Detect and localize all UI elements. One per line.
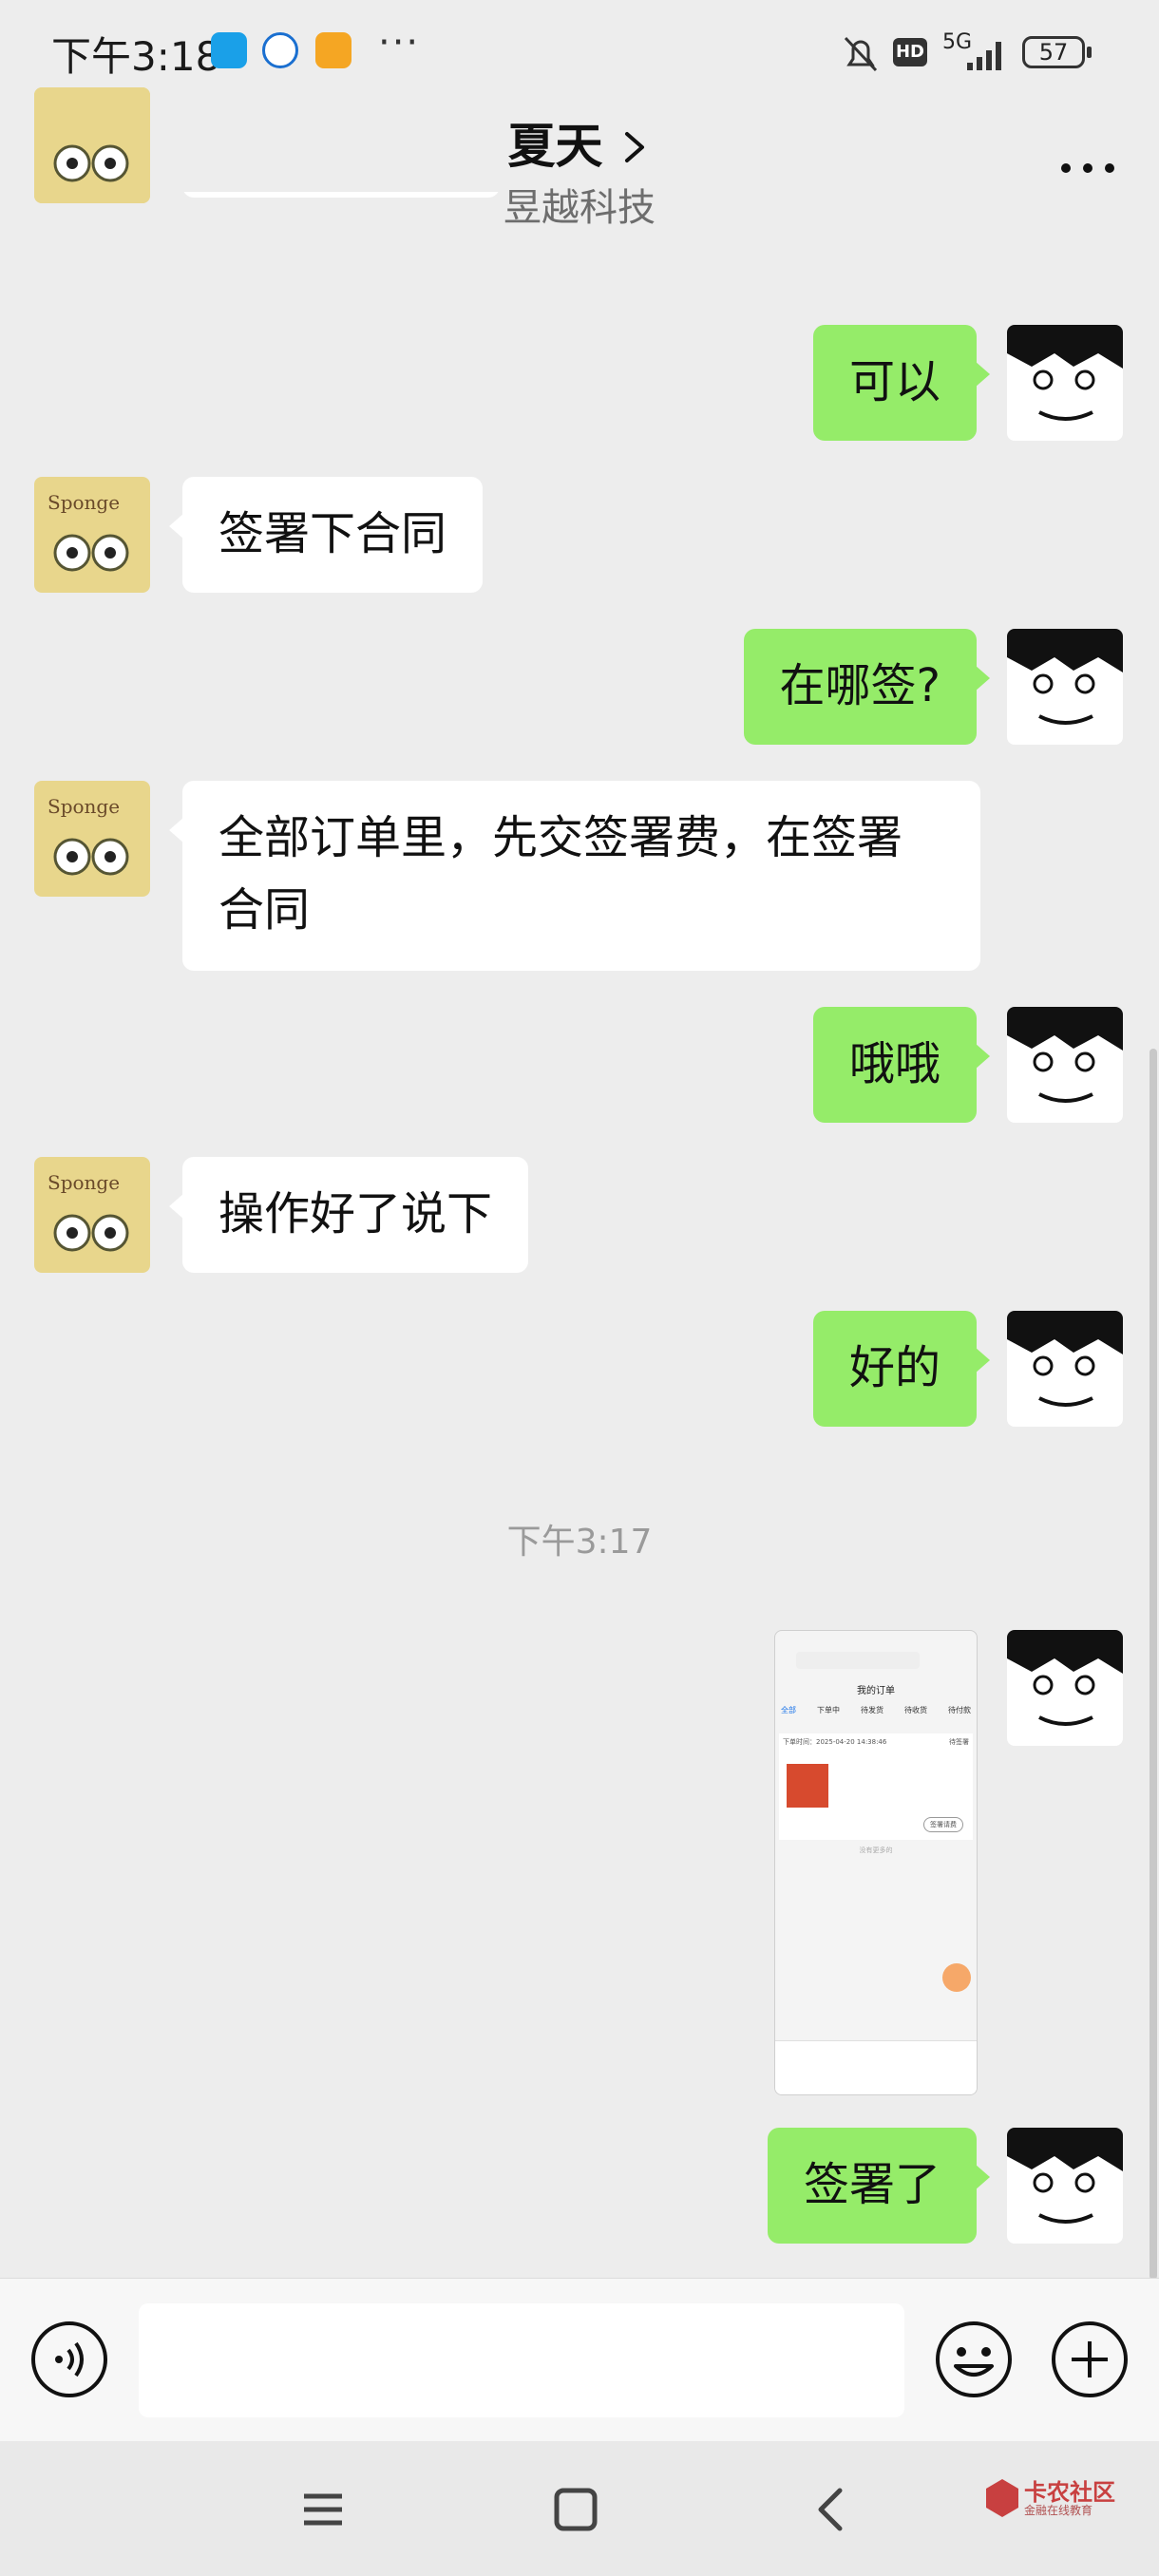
message-bubble-outgoing[interactable]: 在哪签?: [743, 629, 991, 745]
message-notification-icon: [315, 32, 352, 68]
thumb-tab: 下单中: [817, 1706, 840, 1714]
message-bubble-outgoing[interactable]: 哦哦: [812, 1007, 991, 1123]
message-bubble-incoming[interactable]: 签署下合同: [168, 477, 484, 593]
thumb-tab: 待付款: [948, 1706, 971, 1714]
hd-icon: HD: [893, 38, 927, 66]
contact-avatar[interactable]: [34, 87, 150, 203]
signal-icon: [967, 42, 1001, 70]
contact-avatar[interactable]: Sponge: [34, 781, 150, 897]
mute-icon: [844, 36, 878, 72]
input-bar: [0, 2278, 1159, 2442]
my-avatar[interactable]: [1007, 1630, 1123, 1746]
thumb-order-status: 待签署: [949, 1738, 969, 1746]
thumb-tab: 全部: [781, 1706, 796, 1714]
svg-text:Sponge: Sponge: [48, 491, 120, 514]
app-notification-icon: [211, 32, 247, 68]
status-time: 下午3:18: [51, 33, 221, 80]
scrollbar[interactable]: [1150, 1049, 1157, 2280]
my-avatar[interactable]: [1007, 629, 1123, 745]
battery-indicator: 57: [1022, 36, 1092, 68]
nav-back-icon[interactable]: [804, 2481, 861, 2538]
thumb-title: 我的订单: [857, 1686, 895, 1696]
message-bubble-outgoing[interactable]: 好的: [812, 1311, 991, 1427]
my-avatar[interactable]: [1007, 325, 1123, 441]
emoji-icon[interactable]: [933, 2319, 1015, 2400]
thumb-nav: [775, 2040, 977, 2094]
contact-title[interactable]: 夏天: [0, 108, 1159, 177]
contact-company: 昱越科技: [504, 186, 656, 230]
thumb-tabs: 全部 下单中 待发货 待收货 待付款: [781, 1705, 971, 1715]
message-bubble-incoming[interactable]: 全部订单里，先交签署费，在签署 合同: [169, 781, 980, 971]
my-avatar[interactable]: [1007, 1311, 1123, 1427]
message-input[interactable]: [139, 2303, 904, 2417]
thumb-tab: 待收货: [904, 1706, 927, 1714]
my-avatar[interactable]: [1007, 2128, 1123, 2244]
chevron-right-icon: [624, 132, 644, 162]
svg-text:Sponge: Sponge: [48, 1171, 120, 1194]
voice-input-icon[interactable]: [28, 2319, 110, 2400]
my-avatar[interactable]: [1007, 1007, 1123, 1123]
thumb-footer: 没有更多的: [859, 1847, 893, 1854]
add-attachment-icon[interactable]: [1049, 2319, 1130, 2400]
message-bubble-incoming[interactable]: 操作好了说下: [168, 1157, 529, 1273]
watermark-subtext: 金融在线教育: [1024, 2504, 1093, 2517]
thumb-sign-button: 签署请费: [923, 1817, 963, 1832]
message-timestamp: 下午3:17: [506, 1523, 653, 1562]
thumb-order-time: 下单时间：2025-04-20 14:38:46: [783, 1738, 887, 1746]
bank-notification-icon: [262, 32, 298, 68]
contact-avatar[interactable]: Sponge: [34, 1157, 150, 1273]
contact-name: 夏天: [507, 119, 603, 174]
image-message[interactable]: 我的订单 全部 下单中 待发货 待收货 待付款 下单时间：2025-04-20 …: [774, 1630, 978, 2095]
home-icon[interactable]: [547, 2481, 604, 2538]
thumb-tab: 待发货: [861, 1706, 884, 1714]
watermark-logo-icon: [986, 2479, 1018, 2517]
thumb-fab: [942, 1963, 971, 1992]
svg-text:Sponge: Sponge: [48, 795, 120, 818]
more-options-icon[interactable]: [1054, 154, 1121, 182]
message-bubble-outgoing[interactable]: 可以: [812, 325, 991, 441]
status-bar: 下午3:18 ··· HD 5G 57: [0, 0, 1159, 104]
thumb-search-bar: [796, 1652, 920, 1669]
menu-icon[interactable]: [294, 2481, 352, 2538]
chat-header: 夏天 昱越科技: [0, 104, 1159, 230]
contact-avatar[interactable]: Sponge: [34, 477, 150, 593]
more-notifications-icon: ···: [378, 21, 421, 65]
thumb-product-image: [787, 1764, 828, 1808]
message-bubble-outgoing[interactable]: 签署了: [767, 2128, 991, 2244]
